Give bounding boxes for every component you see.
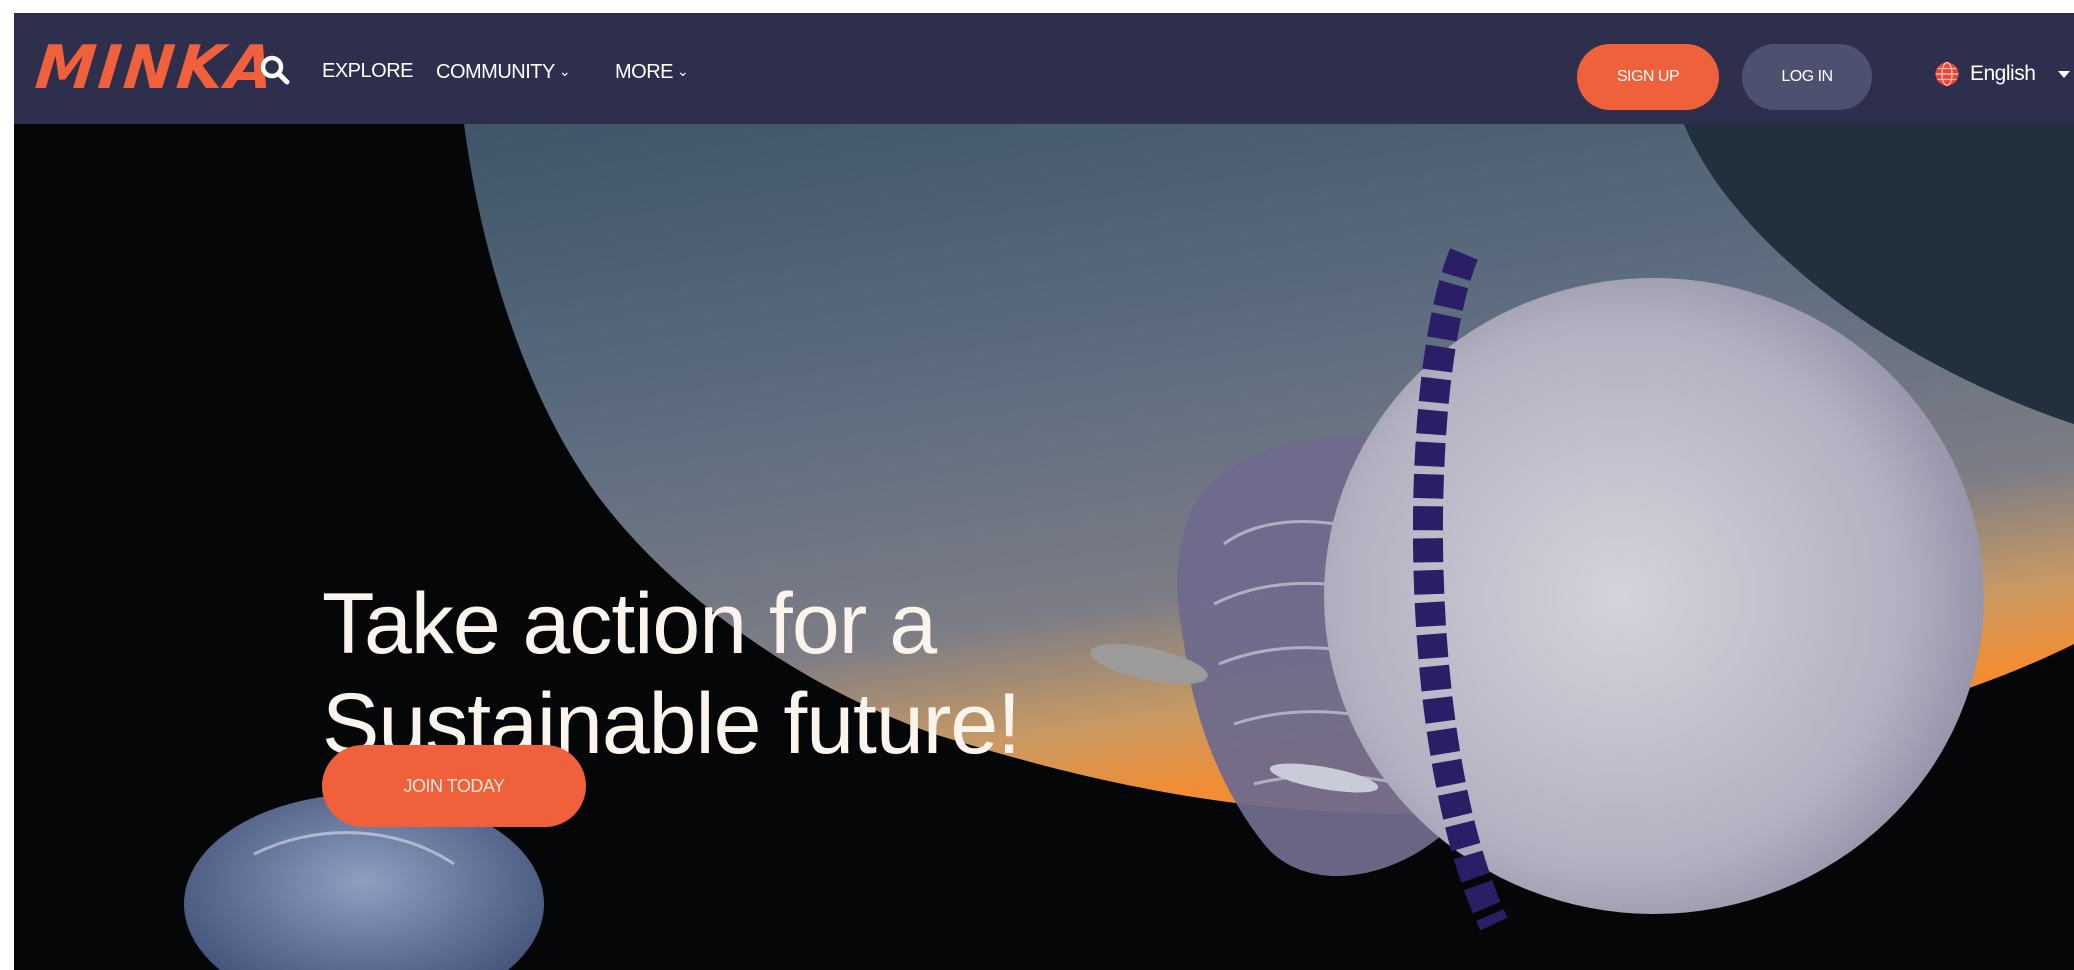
sign-up-button[interactable]: SIGN UP: [1577, 44, 1719, 110]
log-in-button[interactable]: LOG IN: [1742, 44, 1872, 110]
hero-headline: Take action for a Sustainable future!: [322, 574, 1222, 774]
nav-more-label: MORE: [615, 61, 674, 83]
hero-headline-line-1: Take action for a: [322, 575, 937, 672]
nav-explore-label: EXPLORE: [322, 60, 413, 82]
search-icon[interactable]: [258, 53, 292, 87]
top-navigation-bar: MINKA EXPLORE COMMUNITY ⌄ MORE ⌄ SIGN UP L…: [14, 13, 2074, 124]
nav-explore[interactable]: EXPLORE: [322, 58, 413, 84]
globe-icon: [1935, 61, 1959, 87]
jellyfish-hero-image: [14, 124, 2074, 970]
chevron-down-icon: ⌄: [677, 63, 689, 79]
nav-community[interactable]: COMMUNITY ⌄: [436, 58, 571, 85]
caret-down-icon: [2058, 71, 2071, 78]
chevron-down-icon: ⌄: [558, 63, 571, 79]
nav-more[interactable]: MORE ⌄: [615, 58, 689, 85]
minka-logo[interactable]: MINKA: [32, 33, 280, 103]
nav-community-label: COMMUNITY: [436, 61, 555, 83]
hero-section: Take action for a Sustainable future! JO…: [14, 124, 2074, 970]
language-selector[interactable]: English: [1934, 59, 2071, 89]
join-today-button[interactable]: JOIN TODAY: [322, 745, 586, 827]
language-label: English: [1970, 62, 2036, 85]
